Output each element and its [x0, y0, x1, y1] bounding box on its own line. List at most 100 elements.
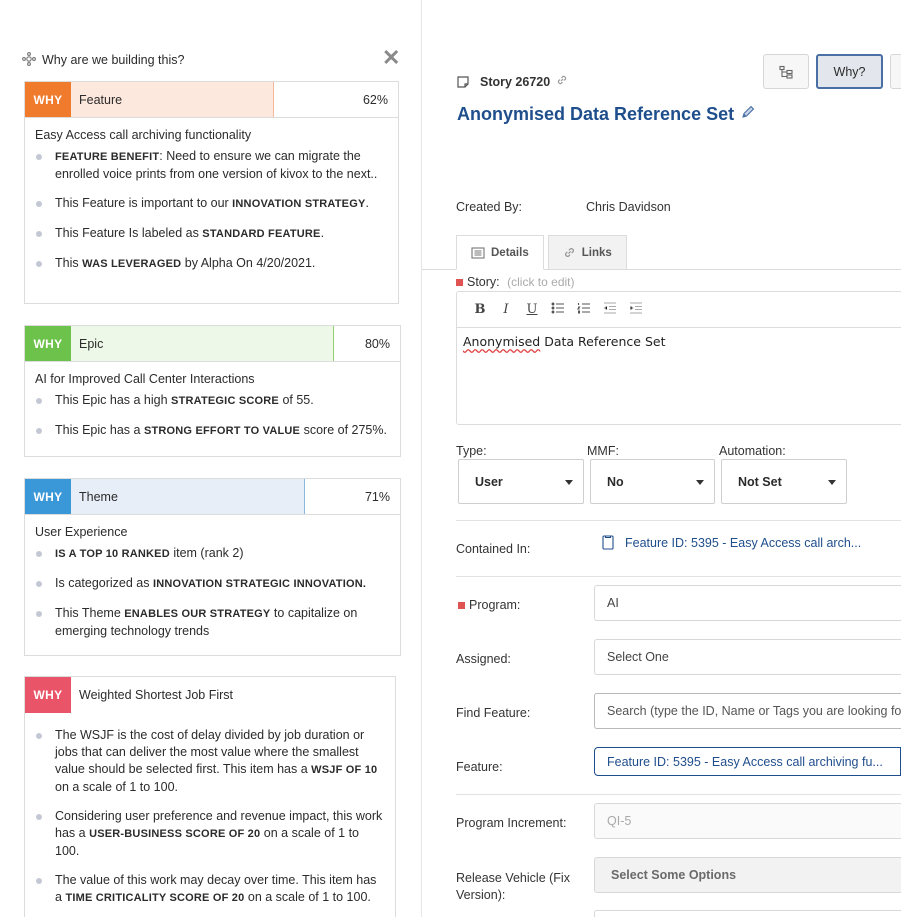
assigned-label: Assigned: [456, 652, 511, 666]
why-card-theme: WHY Theme 71% User Experience IS A TOP 1… [24, 478, 401, 656]
link-icon[interactable] [556, 74, 568, 89]
bullet-text: by Alpha On 4/20/2021. [181, 256, 316, 270]
bullet-text: This Feature is important to our [55, 196, 233, 210]
more-toolbar-button[interactable] [890, 54, 901, 89]
close-icon[interactable]: ✕ [382, 47, 400, 69]
release-vehicle-select[interactable]: Select Some Options [594, 857, 901, 893]
why-panel-header: Why are we building this? ✕ [22, 47, 400, 69]
progress-fill [71, 326, 335, 361]
why-card-subtitle: AI for Improved Call Center Interactions [35, 372, 255, 386]
why-card-bullet: This WAS LEVERAGED by Alpha On 4/20/2021… [35, 255, 388, 273]
program-field[interactable]: AI [594, 585, 901, 621]
why-card-header: WHY Theme 71% [25, 479, 400, 515]
puzzle-icon [22, 51, 36, 69]
why-card-percent: 62% [362, 93, 388, 107]
divider [456, 794, 901, 795]
bullet-emphasis: WAS LEVERAGED [82, 258, 182, 270]
story-title-text: Anonymised Data Reference Set [457, 104, 735, 124]
caret-down-icon [696, 480, 704, 485]
story-panel: Why? Story 26720 Anonymised Data Referen… [422, 0, 901, 917]
automation-select[interactable]: Not Set [721, 459, 847, 504]
feature-chip[interactable]: Feature ID: 5395 - Easy Access call arch… [594, 747, 901, 776]
automation-select-value: Not Set [738, 474, 782, 489]
bullet-emphasis: STANDARD FEATURE [202, 228, 321, 240]
why-card-bullet: This Feature Is labeled as STANDARD FEAT… [35, 225, 388, 243]
why-card-bullet: This Epic has a high STRATEGIC SCORE of … [35, 392, 390, 410]
note-icon [457, 75, 469, 88]
why-card-title: Theme [79, 489, 118, 504]
why-tag: WHY [25, 82, 71, 117]
story-title: Anonymised Data Reference Set [457, 104, 756, 125]
why-card-header: WHY Feature 62% [25, 82, 398, 118]
bold-icon[interactable]: B [467, 302, 493, 317]
tab-links[interactable]: Links [547, 235, 627, 270]
bullet-list-icon[interactable] [545, 302, 571, 317]
story-field-label: Story: (click to edit) [456, 275, 575, 289]
underline-icon[interactable]: U [519, 302, 545, 317]
why-card-list: IS A TOP 10 RANKED item (rank 2) Is categ… [35, 545, 390, 640]
pencil-icon[interactable] [740, 104, 756, 125]
why-tag: WHY [25, 677, 71, 713]
created-by-value: Chris Davidson [586, 200, 671, 214]
bullet-emphasis: IS A TOP 10 RANKED [55, 548, 170, 560]
why-card-feature: WHY Feature 62% Easy Access call archivi… [24, 81, 399, 304]
find-feature-input[interactable]: Search (type the ID, Name or Tags you ar… [594, 693, 901, 729]
why-card-subtitle: Easy Access call archiving functionality [35, 128, 252, 142]
bullet-text: This Epic has a [55, 423, 144, 437]
outdent-icon[interactable] [597, 302, 623, 317]
why-card-header: WHY Weighted Shortest Job First [25, 677, 395, 713]
detail-tabs: Details Links [456, 235, 631, 270]
automation-label: Automation: [719, 444, 786, 458]
hierarchy-button[interactable] [763, 54, 809, 89]
tab-links-label: Links [581, 246, 612, 259]
mmf-select[interactable]: No [590, 459, 715, 504]
why-button[interactable]: Why? [816, 54, 883, 89]
type-select[interactable]: User [458, 459, 584, 504]
find-feature-label: Find Feature: [456, 706, 531, 720]
bullet-emphasis: WSJF OF 10 [311, 764, 378, 776]
bullet-emphasis: STRATEGIC SCORE [171, 395, 279, 407]
story-editor[interactable]: B I U Anonymised Data Reference Set [456, 291, 901, 425]
why-card-title: Epic [79, 336, 104, 351]
why-card-bullet: Is categorized as INNOVATION STRATEGIC I… [35, 575, 390, 593]
why-card-progress: Weighted Shortest Job First [71, 677, 395, 713]
why-card-percent: 80% [364, 337, 390, 351]
why-panel: Why are we building this? ✕ WHY Feature … [0, 0, 422, 917]
mmf-select-value: No [607, 474, 624, 489]
type-select-value: User [475, 474, 503, 489]
why-tag: WHY [25, 326, 71, 361]
bullet-text: on a scale of 1 to 100. [244, 890, 371, 904]
why-card-progress: Epic [71, 326, 400, 361]
bullet-text: This Feature Is labeled as [55, 226, 203, 240]
bullet-text: Is categorized as [55, 576, 153, 590]
why-card-epic: WHY Epic 80% AI for Improved Call Center… [24, 325, 401, 457]
bullet-text: score of 275%. [300, 423, 387, 437]
numbered-list-icon[interactable] [571, 302, 597, 317]
why-card-bullet: This Epic has a STRONG EFFORT TO VALUE s… [35, 422, 390, 440]
why-card-bullet: FEATURE BENEFIT: Need to ensure we can m… [35, 148, 388, 183]
created-by-label: Created By: [456, 200, 523, 214]
caret-down-icon [565, 480, 573, 485]
program-label-text: Program: [469, 598, 521, 612]
bullet-text: This [55, 256, 83, 270]
program-label: Program: [458, 598, 520, 612]
assigned-select[interactable]: Select One [594, 639, 901, 675]
next-field[interactable] [594, 910, 901, 917]
details-icon [471, 246, 485, 259]
tab-details[interactable]: Details [456, 235, 544, 270]
editor-text: Data Reference Set [540, 334, 666, 349]
editor-content[interactable]: Anonymised Data Reference Set [457, 328, 901, 355]
contained-in-link[interactable]: Feature ID: 5395 - Easy Access call arch… [625, 536, 861, 550]
caret-down-icon [828, 480, 836, 485]
indent-icon[interactable] [623, 302, 649, 317]
why-card-bullet: This Theme ENABLES OUR STRATEGY to capit… [35, 605, 390, 640]
story-label: Story: [467, 275, 500, 289]
why-card-title: Weighted Shortest Job First [79, 688, 234, 702]
bullet-text: This Epic has a high [55, 393, 172, 407]
italic-icon[interactable]: I [493, 302, 519, 317]
type-label: Type: [456, 444, 487, 458]
click-to-edit-hint[interactable]: (click to edit) [507, 275, 574, 289]
bullet-text: . [365, 196, 369, 210]
contained-in-label: Contained In: [456, 542, 531, 556]
program-increment-field: QI-5 [594, 803, 901, 839]
